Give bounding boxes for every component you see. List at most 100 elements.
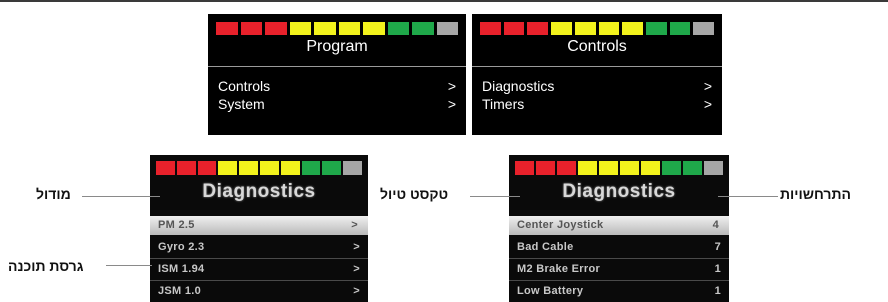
- screen-title: Diagnostics: [202, 181, 316, 202]
- row-divider: [509, 258, 729, 259]
- battery-segment: [551, 22, 572, 35]
- diagnostics-modules-screen: Diagnostics PM 2.5 > Gyro 2.3 > ISM 1.94…: [150, 155, 368, 302]
- annotation-occurrences: התרחשויות: [780, 186, 851, 202]
- battery-gauge: [515, 161, 723, 175]
- menu-item-label: System: [218, 96, 265, 112]
- list-item[interactable]: JSM 1.0 >: [158, 283, 360, 301]
- battery-segment: [218, 161, 238, 175]
- battery-segment: [363, 22, 385, 35]
- list-item[interactable]: ISM 1.94 >: [158, 261, 360, 279]
- battery-gauge: [156, 161, 362, 175]
- battery-segment: [343, 161, 362, 175]
- chevron-right-icon: >: [447, 78, 456, 94]
- list-item[interactable]: Bad Cable 7: [517, 239, 721, 257]
- occurrence-count: 7: [714, 241, 721, 253]
- row-divider: [150, 258, 368, 259]
- battery-segment: [289, 22, 311, 35]
- top-border: [0, 0, 888, 2]
- battery-segment: [704, 161, 723, 175]
- battery-segment: [515, 161, 534, 175]
- screen-title: Diagnostics: [562, 181, 676, 202]
- battery-segment: [412, 22, 434, 35]
- battery-segment: [598, 22, 620, 35]
- battery-segment: [387, 22, 409, 35]
- menu-item-label: Timers: [482, 96, 525, 112]
- menu-item-diagnostics[interactable]: Diagnostics >: [482, 78, 712, 96]
- battery-segment: [669, 22, 691, 35]
- battery-segment: [693, 22, 715, 35]
- battery-segment: [527, 22, 549, 35]
- row-divider: [509, 280, 729, 281]
- list-item[interactable]: M2 Brake Error 1: [517, 261, 721, 279]
- battery-segment: [239, 161, 258, 175]
- row-divider: [150, 280, 368, 281]
- battery-segment: [197, 161, 217, 175]
- list-item-selected[interactable]: Center Joystick 4: [509, 216, 729, 235]
- occurrence-count: 4: [712, 219, 719, 231]
- error-text: Bad Cable: [517, 241, 574, 253]
- chevron-right-icon: >: [353, 285, 360, 297]
- battery-segment: [240, 22, 262, 35]
- chevron-right-icon: >: [353, 263, 360, 275]
- menu-item-controls[interactable]: Controls >: [218, 78, 456, 96]
- module-name: PM 2.5: [158, 219, 195, 231]
- occurrence-count: 1: [714, 285, 721, 297]
- error-text: Center Joystick: [517, 219, 604, 231]
- menu-item-label: Diagnostics: [482, 78, 555, 94]
- battery-segment: [480, 22, 501, 35]
- module-name: ISM 1.94: [158, 263, 205, 275]
- list-item[interactable]: Low Battery 1: [517, 283, 721, 301]
- battery-segment: [503, 22, 525, 35]
- battery-segment: [599, 161, 618, 175]
- battery-segment: [280, 161, 300, 175]
- battery-segment: [641, 161, 660, 175]
- battery-gauge: [480, 22, 715, 35]
- battery-segment: [301, 161, 321, 175]
- diagnostics-events-screen: Diagnostics Center Joystick 4 Bad Cable …: [509, 155, 729, 302]
- battery-segment: [622, 22, 643, 35]
- menu-item-label: Controls: [218, 78, 271, 94]
- menu-item-system[interactable]: System >: [218, 96, 456, 114]
- title-divider: [208, 66, 466, 67]
- battery-gauge: [216, 22, 458, 35]
- occurrence-count: 1: [714, 263, 721, 275]
- error-text: M2 Brake Error: [517, 263, 601, 275]
- battery-segment: [620, 161, 639, 175]
- menu-item-timers[interactable]: Timers >: [482, 96, 712, 114]
- chevron-right-icon: >: [353, 241, 360, 253]
- callout-line: [106, 265, 152, 266]
- screen-title: Program: [306, 38, 368, 55]
- battery-segment: [536, 161, 555, 175]
- annotation-error-text: טקסט טיול: [380, 186, 449, 202]
- chevron-right-icon: >: [703, 78, 712, 94]
- battery-segment: [259, 161, 279, 175]
- chevron-right-icon: >: [703, 96, 712, 112]
- battery-segment: [314, 22, 336, 35]
- battery-segment: [557, 161, 576, 175]
- battery-segment: [338, 22, 360, 35]
- screen-title: Controls: [567, 38, 627, 55]
- battery-segment: [574, 22, 596, 35]
- battery-segment: [322, 161, 342, 175]
- battery-segment: [436, 22, 458, 35]
- battery-segment: [216, 22, 238, 35]
- battery-segment: [176, 161, 196, 175]
- title-divider: [472, 66, 722, 67]
- battery-segment: [265, 22, 287, 35]
- program-screen: Program Controls > System >: [208, 14, 466, 135]
- callout-line: [470, 196, 520, 197]
- list-item[interactable]: Gyro 2.3 >: [158, 239, 360, 257]
- battery-segment: [156, 161, 175, 175]
- chevron-right-icon: >: [447, 96, 456, 112]
- controls-screen: Controls Diagnostics > Timers >: [472, 14, 722, 135]
- callout-line: [718, 196, 778, 197]
- annotation-module: מודול: [36, 186, 71, 202]
- list-item-selected[interactable]: PM 2.5 >: [150, 216, 368, 235]
- annotation-software-version: גרסת תוכנה: [8, 258, 84, 274]
- error-text: Low Battery: [517, 285, 584, 297]
- battery-segment: [578, 161, 597, 175]
- battery-segment: [683, 161, 702, 175]
- battery-segment: [645, 22, 667, 35]
- chevron-right-icon: >: [351, 219, 358, 231]
- battery-segment: [662, 161, 681, 175]
